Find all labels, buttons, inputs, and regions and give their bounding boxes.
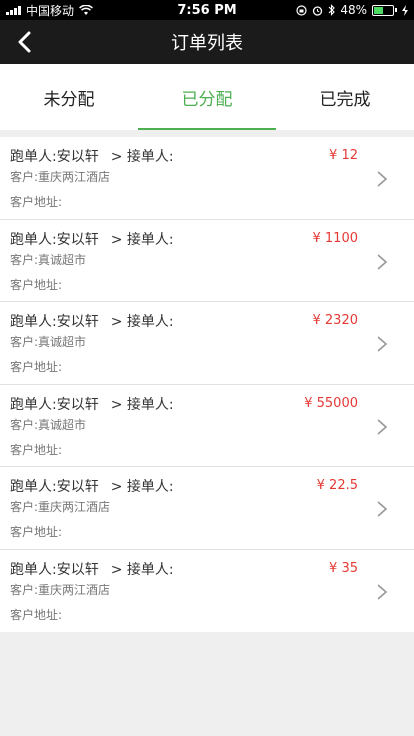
customer-label: 客户:重庆两江酒店 <box>10 582 111 597</box>
chevron-right-icon <box>377 501 388 517</box>
receiver-label: > 接单人: <box>110 561 174 578</box>
runner-label: 跑单人:安以轩 <box>10 479 99 495</box>
order-row[interactable]: 跑单人:安以轩 > 接单人: 客户:真诚超市 客户地址: ¥ 55000 <box>0 385 414 467</box>
battery-icon <box>372 4 397 16</box>
status-bar: 中国移动 7:56 PM 48% <box>0 0 414 20</box>
customer-label: 客户:真诚超市 <box>10 417 87 432</box>
status-right: 48% <box>296 3 408 17</box>
order-row[interactable]: 跑单人:安以轩 > 接单人: 客户:真诚超市 客户地址: ¥ 2320 <box>0 302 414 385</box>
order-participants: 跑单人:安以轩 > 接单人: <box>10 229 174 249</box>
tab-label: 未分配 <box>43 89 95 110</box>
chevron-right-icon <box>377 171 388 187</box>
runner-label: 跑单人:安以轩 <box>10 396 99 413</box>
charging-icon <box>402 4 408 16</box>
order-row[interactable]: 跑单人:安以轩 > 接单人: 客户:重庆两江酒店 客户地址: ¥ 35 <box>0 550 414 633</box>
battery-percent: 48% <box>340 3 367 17</box>
address-label: 客户地址: <box>10 442 63 457</box>
runner-label: 跑单人:安以轩 <box>10 149 99 165</box>
signal-icon <box>6 5 21 15</box>
order-participants: 跑单人:安以轩 > 接单人: <box>10 394 174 414</box>
customer-label: 客户:真诚超市 <box>10 252 87 267</box>
chevron-right-icon <box>377 336 388 352</box>
back-button[interactable] <box>8 26 40 58</box>
order-participants: 跑单人:安以轩 > 接单人: <box>10 559 174 579</box>
address-label: 客户地址: <box>10 277 63 292</box>
tab-label: 已完成 <box>319 89 371 110</box>
receiver-label: > 接单人: <box>110 231 174 248</box>
order-row[interactable]: 跑单人:安以轩 > 接单人: 客户:重庆两江酒店 客户地址: ¥ 22.5 <box>0 467 414 550</box>
bluetooth-icon <box>328 4 336 16</box>
order-price: ¥ 12 <box>329 148 358 163</box>
order-participants: 跑单人:安以轩 > 接单人: <box>10 146 174 166</box>
receiver-label: > 接单人: <box>110 479 174 495</box>
order-price: ¥ 55000 <box>304 395 358 411</box>
tab-bar: 未分配 已分配 已完成 <box>0 64 414 130</box>
status-left: 中国移动 <box>6 2 93 19</box>
order-price: ¥ 1100 <box>312 230 359 246</box>
chevron-right-icon <box>377 583 388 600</box>
page-title: 订单列表 <box>171 33 243 54</box>
tab-unassigned[interactable]: 未分配 <box>0 64 138 130</box>
customer-label: 客户:真诚超市 <box>10 335 87 349</box>
customer-label: 客户:重庆两江酒店 <box>10 500 111 514</box>
order-row[interactable]: 跑单人:安以轩 > 接单人: 客户:真诚超市 客户地址: ¥ 1100 <box>0 220 414 302</box>
carrier-label: 中国移动 <box>26 3 75 18</box>
lock-rotation-icon <box>296 4 307 16</box>
address-label: 客户地址: <box>10 607 63 622</box>
receiver-label: > 接单人: <box>110 149 174 165</box>
chevron-right-icon <box>377 418 388 435</box>
receiver-label: > 接单人: <box>110 396 174 413</box>
order-price: ¥ 35 <box>329 560 358 576</box>
address-label: 客户地址: <box>10 195 63 209</box>
address-label: 客户地址: <box>10 360 63 374</box>
order-participants: 跑单人:安以轩 > 接单人: <box>10 311 174 331</box>
order-list: 跑单人:安以轩 > 接单人: 客户:重庆两江酒店 客户地址: ¥ 12 跑单人:安… <box>0 137 414 632</box>
nav-bar: 订单列表 <box>0 20 414 64</box>
back-arrow-icon <box>18 31 31 53</box>
customer-label: 客户:重庆两江酒店 <box>10 170 111 184</box>
chevron-right-icon <box>377 253 388 270</box>
runner-label: 跑单人:安以轩 <box>10 231 99 248</box>
runner-label: 跑单人:安以轩 <box>10 314 99 330</box>
order-row[interactable]: 跑单人:安以轩 > 接单人: 客户:重庆两江酒店 客户地址: ¥ 12 <box>0 137 414 220</box>
tab-assigned[interactable]: 已分配 <box>138 64 276 130</box>
order-participants: 跑单人:安以轩 > 接单人: <box>10 476 174 496</box>
runner-label: 跑单人:安以轩 <box>10 561 99 578</box>
divider <box>0 130 414 137</box>
tab-label: 已分配 <box>181 89 233 110</box>
order-price: ¥ 22.5 <box>316 478 358 493</box>
address-label: 客户地址: <box>10 525 63 539</box>
order-price: ¥ 2320 <box>312 313 359 328</box>
wifi-icon <box>79 4 93 15</box>
tab-completed[interactable]: 已完成 <box>276 64 414 130</box>
alarm-icon <box>313 5 323 16</box>
receiver-label: > 接单人: <box>110 314 174 330</box>
